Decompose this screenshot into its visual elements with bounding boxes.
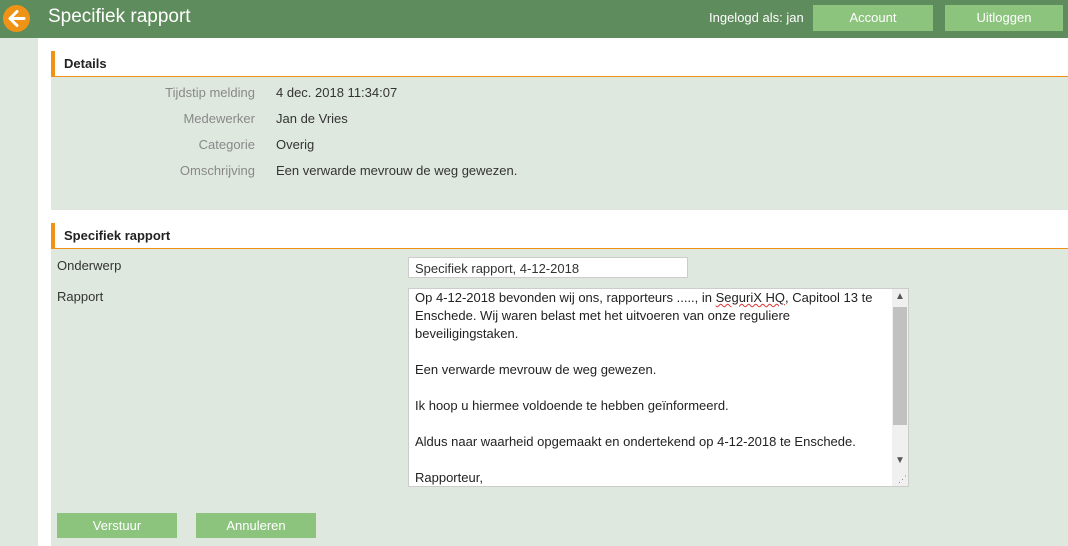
back-button[interactable]	[3, 5, 30, 32]
report-line1-post: , Capitool 13 te	[785, 290, 873, 305]
report-line1-pre: Op 4-12-2018 bevonden wij ons, rapporteu…	[415, 290, 716, 305]
scroll-down-icon[interactable]: ▼	[892, 453, 908, 469]
report-text: Op 4-12-2018 bevonden wij ons, rapporteu…	[415, 289, 890, 486]
report-misspelled-word: SeguriX HQ	[715, 290, 785, 305]
subject-label: Onderwerp	[57, 258, 122, 273]
main-content: Details Tijdstip melding 4 dec. 2018 11:…	[38, 38, 1068, 546]
detail-label-category: Categorie	[198, 137, 255, 152]
textarea-scrollbar[interactable]: ▲ ▼	[892, 289, 908, 486]
account-button[interactable]: Account	[813, 5, 933, 31]
report-heading: Specifiek rapport	[51, 223, 1068, 249]
top-bar: Specifiek rapport Ingelogd als: jan Acco…	[0, 0, 1068, 38]
detail-label-time: Tijdstip melding	[165, 85, 255, 100]
detail-label-description: Omschrijving	[179, 163, 255, 178]
detail-value-category: Overig	[276, 137, 315, 152]
arrow-left-icon	[8, 10, 26, 27]
left-strip	[0, 38, 38, 546]
detail-value-description: Een verwarde mevrouw de weg gewezen.	[276, 163, 518, 178]
scroll-up-icon[interactable]: ▲	[892, 289, 908, 305]
page-title: Specifiek rapport	[48, 6, 191, 27]
detail-value-employee: Jan de Vries	[276, 111, 348, 126]
details-heading: Details	[51, 51, 1068, 77]
report-label: Rapport	[57, 289, 104, 304]
resize-grip-icon[interactable]: ⋰	[898, 474, 907, 485]
detail-label-employee: Medewerker	[183, 111, 255, 126]
logout-button[interactable]: Uitloggen	[945, 5, 1063, 31]
detail-value-time: 4 dec. 2018 11:34:07	[276, 85, 398, 100]
report-textarea[interactable]: Op 4-12-2018 bevonden wij ons, rapporteu…	[408, 288, 909, 487]
logged-in-label: Ingelogd als: jan	[709, 10, 804, 25]
details-panel: Details Tijdstip melding 4 dec. 2018 11:…	[51, 51, 1068, 210]
scroll-thumb[interactable]	[893, 307, 907, 425]
submit-button[interactable]: Verstuur	[57, 513, 177, 538]
report-body-rest: Enschede. Wij waren belast met het uitvo…	[415, 308, 856, 485]
cancel-button[interactable]: Annuleren	[196, 513, 316, 538]
subject-input[interactable]: Specifiek rapport, 4-12-2018	[408, 257, 688, 278]
